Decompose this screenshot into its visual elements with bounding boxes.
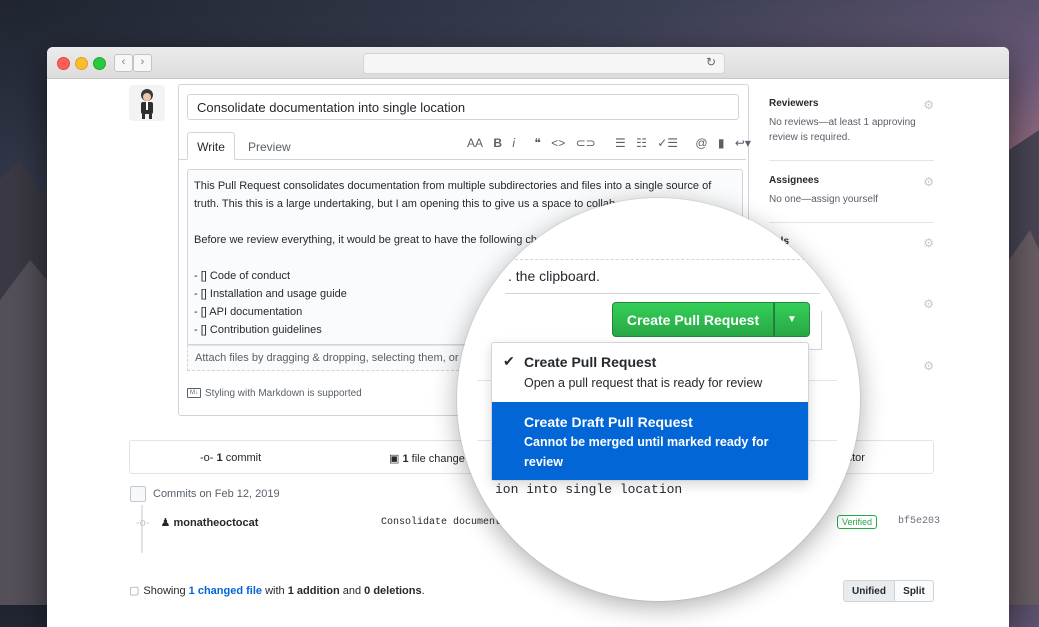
unordered-list-icon[interactable]: ☰ xyxy=(615,136,626,150)
reply-icon[interactable]: ↩▾ xyxy=(735,136,751,150)
assignees-title: Assignees xyxy=(769,175,820,186)
avatar xyxy=(129,85,165,121)
additions-count: 1 addition xyxy=(287,585,340,597)
mention-icon[interactable]: @ xyxy=(695,136,707,150)
close-window-button[interactable] xyxy=(57,57,70,70)
git-commit-icon xyxy=(130,486,146,502)
address-bar[interactable]: ↻ xyxy=(363,53,725,74)
changed-files-link[interactable]: 1 changed file xyxy=(189,585,262,597)
octocat-avatar-icon xyxy=(141,89,153,119)
author-avatar-icon: ♟ xyxy=(160,517,171,529)
commit-icon: -o- xyxy=(200,452,214,464)
commit-sha[interactable]: bf5e203 xyxy=(898,516,940,527)
tab-write[interactable]: Write xyxy=(187,132,235,160)
create-pr-dropdown-menu: ✔ Create Pull Request Open a pull reques… xyxy=(491,342,809,481)
commits-stat[interactable]: -o- 1 commit xyxy=(200,452,261,464)
create-options-dropdown-button[interactable]: ▼ xyxy=(774,302,810,337)
gear-icon[interactable]: ⚙ xyxy=(923,236,934,250)
file-diff-icon: ▣ xyxy=(389,453,400,465)
reviewers-text: No reviews—at least 1 approving review i… xyxy=(769,117,916,143)
back-button[interactable]: ‹ xyxy=(114,54,133,72)
code-icon[interactable]: <> xyxy=(551,136,565,150)
reviewers-title: Reviewers xyxy=(769,98,819,109)
suffix-text: . xyxy=(421,585,425,597)
split-view-button[interactable]: Split xyxy=(894,580,934,602)
magnified-content: . the clipboard. Create Pull Request ▼ ✔… xyxy=(457,198,860,601)
markdown-hint[interactable]: M↓ Styling with Markdown is supported xyxy=(187,388,362,399)
commits-date-text: Commits on Feb 12, 2019 xyxy=(153,487,280,500)
with-text: with xyxy=(262,585,288,597)
files-count: 1 xyxy=(402,453,409,465)
diff-summary: ▢ Showing 1 changed file with 1 addition … xyxy=(129,584,425,597)
file-icon: ▢ xyxy=(129,585,140,597)
commits-label: commit xyxy=(225,452,262,464)
files-stat[interactable]: ▣ 1 file change xyxy=(389,452,465,465)
sidebar-reviewers: Reviewers ⚙ No reviews—at least 1 approv… xyxy=(769,98,934,145)
minimize-window-button[interactable] xyxy=(75,57,88,70)
gear-icon[interactable]: ⚙ xyxy=(923,359,934,373)
menu-item-description: Cannot be merged until marked ready for xyxy=(524,435,769,449)
bookmark-icon[interactable]: ▮ xyxy=(718,136,725,150)
link-icon[interactable]: ⊂⊃ xyxy=(576,136,596,150)
caret-down-icon: ▼ xyxy=(787,314,797,325)
box-border xyxy=(505,293,820,294)
showing-prefix: Showing xyxy=(143,585,189,597)
chevron-left-icon: ‹ xyxy=(121,56,126,68)
heading-icon[interactable]: AA xyxy=(467,136,483,150)
menu-item-create-draft-pull-request[interactable]: Create Draft Pull Request Cannot be merg… xyxy=(492,402,808,480)
chevron-right-icon: › xyxy=(140,56,145,68)
markdown-toolbar: AA B i ❝ <> ⊂⊃ ☰ ☷ ✓☰ @ ▮ ↩▾ xyxy=(467,136,758,150)
menu-item-description: review xyxy=(524,455,563,469)
commits-count: 1 xyxy=(216,452,223,464)
ordered-list-icon[interactable]: ☷ xyxy=(636,136,647,150)
pr-title-input[interactable]: Consolidate documentation into single lo… xyxy=(187,94,739,120)
reload-icon[interactable]: ↻ xyxy=(706,55,716,69)
gear-icon[interactable]: ⚙ xyxy=(923,175,934,189)
markdown-hint-text: Styling with Markdown is supported xyxy=(205,388,362,399)
deletions-count: 0 deletions xyxy=(364,585,422,597)
task-list-icon[interactable]: ✓☰ xyxy=(657,136,678,150)
commit-author[interactable]: monatheoctocat xyxy=(173,517,258,529)
sidebar-divider xyxy=(769,160,934,161)
body-line: This Pull Request consolidates documenta… xyxy=(194,180,712,192)
and-text: and xyxy=(339,585,365,597)
menu-item-title: Create Draft Pull Request xyxy=(524,414,693,430)
commit-timeline xyxy=(141,505,143,553)
magnified-commit-message: ion into single location xyxy=(495,482,683,497)
magnifier-lens: . the clipboard. Create Pull Request ▼ ✔… xyxy=(457,198,860,601)
zoom-window-button[interactable] xyxy=(93,57,106,70)
commit-dot-icon: -o- xyxy=(136,517,150,529)
create-pull-request-button[interactable]: Create Pull Request xyxy=(612,302,774,337)
browser-titlebar: ‹ › ↻ xyxy=(47,47,1009,79)
menu-item-create-pull-request[interactable]: ✔ Create Pull Request Open a pull reques… xyxy=(492,343,808,402)
gear-icon[interactable]: ⚙ xyxy=(923,98,934,112)
italic-icon[interactable]: i xyxy=(512,136,515,150)
markdown-icon: M↓ xyxy=(187,388,201,399)
forward-button[interactable]: › xyxy=(133,54,152,72)
dashed-divider xyxy=(505,259,810,260)
menu-item-title: Create Pull Request xyxy=(524,354,657,370)
menu-item-description: Open a pull request that is ready for re… xyxy=(524,376,763,390)
quote-icon[interactable]: ❝ xyxy=(534,136,540,150)
bold-icon[interactable]: B xyxy=(493,136,502,150)
clipboard-text: . the clipboard. xyxy=(508,268,600,284)
commits-date-header: Commits on Feb 12, 2019 xyxy=(130,486,280,502)
tab-preview[interactable]: Preview xyxy=(248,140,291,154)
gear-icon[interactable]: ⚙ xyxy=(923,297,934,311)
tabs-divider xyxy=(179,159,746,160)
check-icon: ✔ xyxy=(503,353,515,369)
